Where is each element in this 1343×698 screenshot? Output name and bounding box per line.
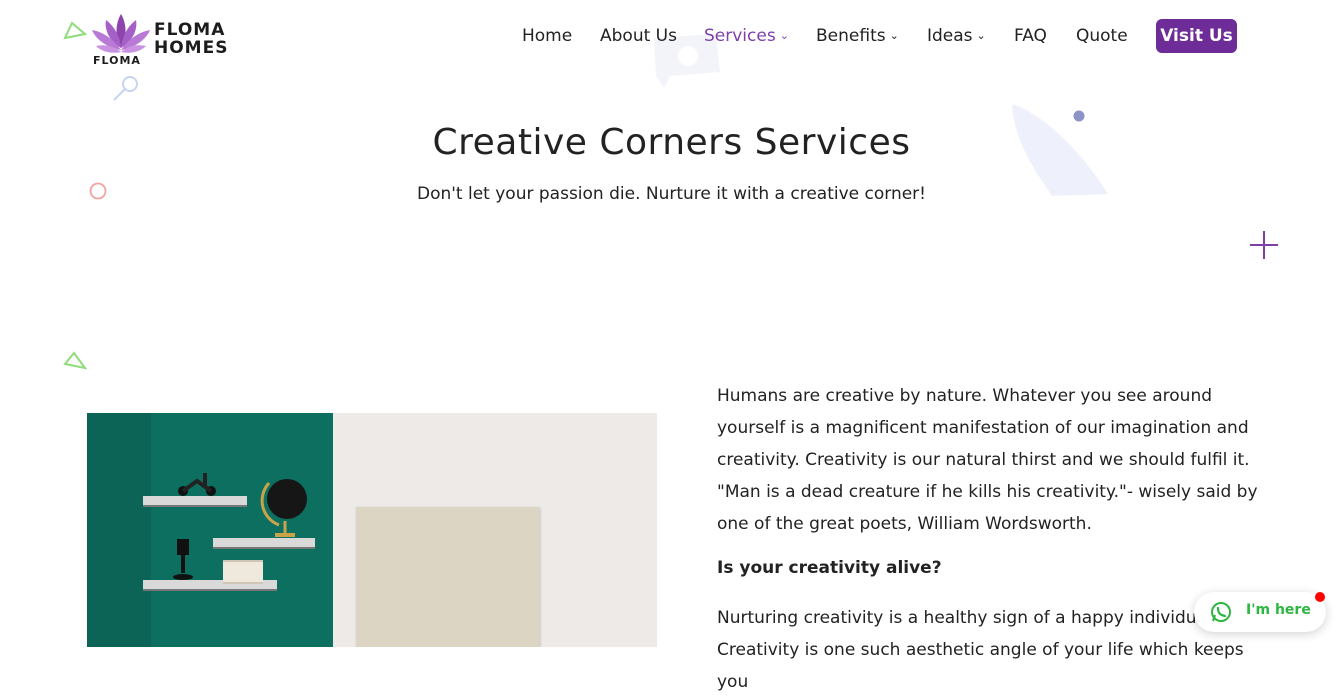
visit-us-button[interactable]: Visit Us [1156,19,1237,53]
section-heading: Is your creativity alive? [717,558,942,578]
whatsapp-chat-button[interactable]: I'm here [1194,592,1326,632]
chevron-down-icon: ⌄ [889,29,899,42]
chevron-down-icon: ⌄ [779,29,789,42]
book-stack [223,560,263,584]
nav-item-label: Services [704,26,776,46]
page-subtitle: Don't let your passion die. Nurture it w… [416,184,926,204]
deco-plus-icon [1250,231,1278,259]
globe-icon [260,479,307,537]
nav-item-home[interactable]: Home [522,26,572,46]
intro-paragraph: Humans are creative by nature. Whatever … [717,380,1262,540]
wall-canvas-art [356,507,539,647]
nav-item-label: Ideas [927,26,973,46]
photo-green-shadow [87,413,151,647]
candle-holder-icon [173,539,193,580]
intro-paragraph-text: Humans are creative by nature. Whatever … [717,386,1258,534]
page-title: Creative Corners Services [432,122,911,163]
scooter-figurine-icon [178,473,216,496]
nav-item-label: About Us [600,26,677,46]
whatsapp-icon [1211,602,1231,622]
deco-triangle-icon [63,351,88,370]
creative-corner-photo [87,413,657,647]
nav-item-about-us[interactable]: About Us [600,26,677,46]
nav-item-services[interactable]: Services ⌄ [704,26,789,46]
nav-item-label: Benefits [816,26,886,46]
nav-item-faq[interactable]: FAQ [1014,26,1047,46]
nav-item-ideas[interactable]: Ideas ⌄ [927,26,986,46]
nav-item-benefits[interactable]: Benefits ⌄ [816,26,899,46]
photo-shelf [143,496,247,507]
nav-item-label: Home [522,26,573,46]
nav-item-quote[interactable]: Quote [1076,26,1128,46]
notification-dot [1315,592,1325,602]
chat-label: I'm here [1246,602,1311,618]
nav-item-label: Quote [1076,26,1128,46]
main-nav: Home About Us Services ⌄ Benefits ⌄ Ideas ⌄… [0,18,1343,56]
deco-magnifier-icon [113,76,138,101]
chevron-down-icon: ⌄ [976,29,986,42]
second-paragraph: Nurturing creativity is a healthy sign o… [717,608,1244,692]
nav-item-label: FAQ [1014,26,1047,46]
